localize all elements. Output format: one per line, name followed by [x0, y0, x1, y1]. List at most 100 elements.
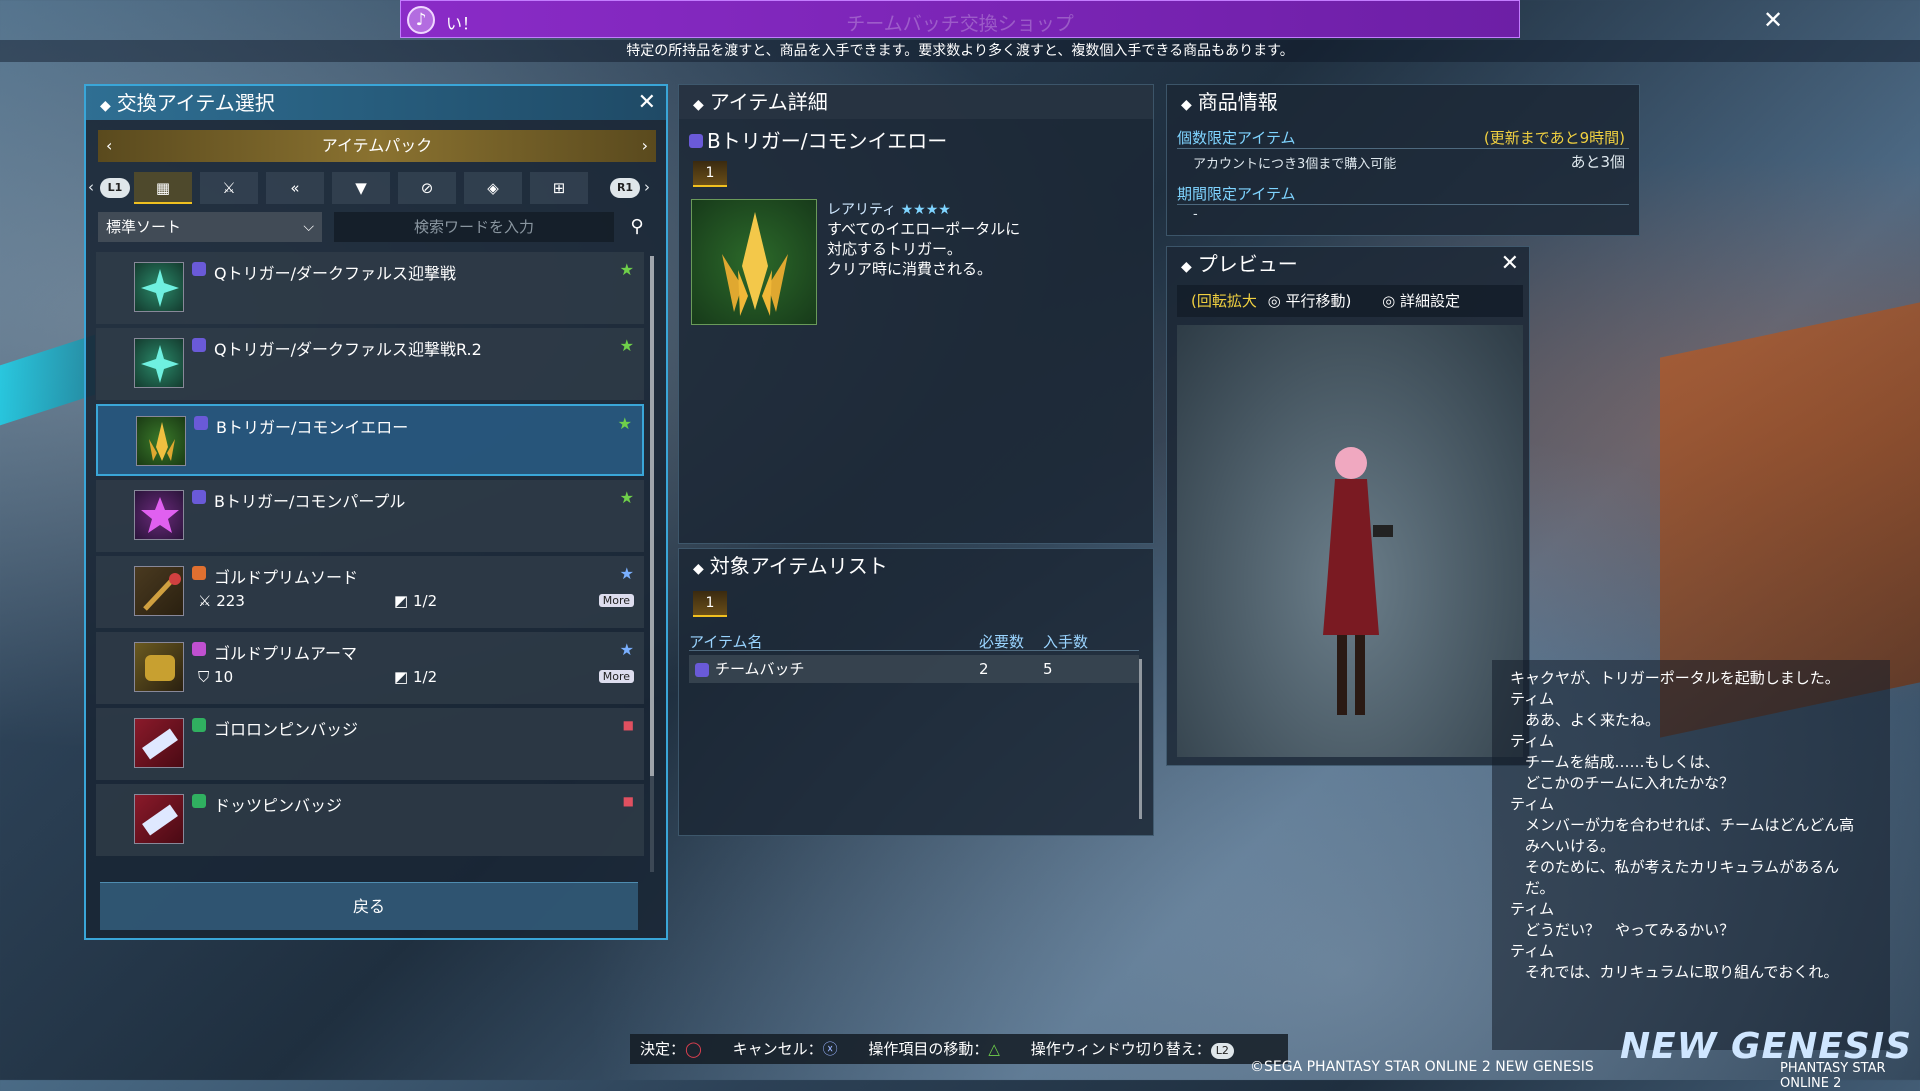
lock-icon: ■: [622, 718, 634, 732]
badge-icon: [142, 728, 178, 760]
diamond-icon: ◆: [693, 97, 704, 113]
back-button[interactable]: 戻る: [100, 882, 638, 930]
close-icon[interactable]: ✕: [1501, 251, 1519, 276]
diamond-icon: ◆: [1181, 97, 1192, 113]
star-icon: ★: [619, 488, 634, 507]
button-icon: ◎: [1382, 292, 1396, 310]
item-name: ゴルドプリムソード: [214, 568, 359, 587]
attack-stat: ⚔ 223: [198, 592, 245, 610]
game-logo-sub: PHANTASY STAR ONLINE 2: [1780, 1061, 1886, 1091]
item-thumbnail: [134, 262, 184, 312]
detail-settings-button[interactable]: 詳細設定: [1400, 292, 1460, 310]
tab-accessory[interactable]: ⊘: [398, 172, 456, 204]
item-name: ドッツピンバッジ: [214, 796, 343, 815]
item-thumbnail: [134, 718, 184, 768]
slot-value: 1/2: [412, 592, 438, 610]
tab-unit[interactable]: «: [266, 172, 324, 204]
sort-label: 標準ソート: [106, 218, 182, 236]
scrollbar[interactable]: [650, 256, 654, 872]
character-figure: [1323, 447, 1393, 715]
npc-banner: ♪ い！ チームバッチ交換ショップ: [400, 0, 1520, 38]
more-button[interactable]: More: [598, 594, 634, 607]
trigger-type-icon: [192, 338, 206, 352]
character-preview[interactable]: [1177, 325, 1523, 757]
chat-log: キャクヤが、トリガーポータルを起動しました。 ティム ああ、よく来たね。 ティム…: [1492, 660, 1890, 1050]
more-button[interactable]: More: [598, 670, 634, 683]
search-icon[interactable]: ⚲: [622, 212, 652, 242]
table-row[interactable]: チームバッチ 2 5: [689, 655, 1139, 683]
rarity: レアリティ ★★★★: [827, 199, 951, 219]
remaining-count: あと3個: [1570, 153, 1625, 171]
panel-header: ◆ プレビュー: [1167, 247, 1529, 281]
diamond-icon: ◆: [693, 561, 704, 577]
item-bag-selector[interactable]: ‹ アイテムパック ›: [98, 130, 656, 162]
star-icon: ★: [619, 260, 634, 279]
chevron-left-icon[interactable]: ‹: [106, 130, 112, 162]
list-item[interactable]: Qトリガー/ダークファルス迎撃戦 ★: [96, 252, 644, 324]
limited-quantity-row: 個数限定アイテム (更新まであと9時間): [1177, 127, 1629, 149]
tab-consumable[interactable]: ◈: [464, 172, 522, 204]
tab-weapon[interactable]: ⚔: [200, 172, 258, 204]
chevron-right-icon[interactable]: ›: [644, 178, 650, 196]
copyright: ©SEGA PHANTASY STAR ONLINE 2 NEW GENESIS: [1250, 1059, 1594, 1075]
item-thumbnail: [134, 794, 184, 844]
limited-label: 個数限定アイテム: [1177, 129, 1296, 147]
r1-button[interactable]: R1: [610, 178, 640, 198]
control-hints: 決定：◯ キャンセル：ⓧ 操作項目の移動：△ 操作ウィンドウ切り替え： L2: [630, 1034, 1288, 1064]
cancel-hint: キャンセル：: [732, 1040, 823, 1058]
list-item[interactable]: ドッツピンバッジ ■: [96, 784, 644, 856]
trigger-icon: [149, 422, 175, 461]
item-name: ゴルドプリムアーマ: [214, 644, 358, 663]
item-image: [691, 199, 817, 325]
scrollbar[interactable]: [1139, 659, 1142, 819]
list-item-selected[interactable]: Bトリガー/コモンイエロー ★: [96, 404, 644, 476]
item-description: すべてのイエローポータルに 対応するトリガー。 クリア時に消費される。: [827, 220, 1021, 278]
preview-controls: (回転拡大 ◎ 平行移動) ◎ 詳細設定: [1177, 285, 1523, 317]
sword-icon: ⚔: [222, 179, 236, 197]
star-icon: ★: [617, 414, 632, 433]
list-item[interactable]: ゴルドプリムアーマ ★ ⛉ 10 ◩ 1/2 More: [96, 632, 644, 704]
tag-icon: ⊘: [420, 179, 434, 197]
weapon-type-icon: [192, 566, 206, 580]
panel-header: ◆ 商品情報: [1167, 85, 1639, 119]
item-name: Qトリガー/ダークファルス迎撃戦R.2: [214, 340, 482, 359]
chevron-right-icon[interactable]: ›: [642, 130, 648, 162]
tab-other[interactable]: ⊞: [530, 172, 588, 204]
star-icon: ★: [619, 564, 634, 583]
sort-dropdown[interactable]: 標準ソート ⌵: [98, 212, 322, 242]
panel-title: アイテム詳細: [709, 90, 828, 114]
table-header: アイテム名 必要数 入手数: [689, 631, 1139, 651]
search-input[interactable]: 検索ワードを入力: [334, 212, 614, 242]
item-name: Bトリガー/コモンパープル: [214, 492, 406, 511]
list-item[interactable]: ゴルドプリムソード ★ ⚔ 223 ◩ 1/2 More: [96, 556, 644, 628]
tab-costume[interactable]: ▼: [332, 172, 390, 204]
item-thumbnail: [134, 338, 184, 388]
star-icon: ★: [619, 336, 634, 355]
close-icon[interactable]: ✕: [1763, 6, 1783, 34]
shield-icon: ⛉: [198, 668, 210, 686]
bag-label: アイテムパック: [321, 136, 433, 155]
box-icon: ⊞: [552, 179, 566, 197]
cross-button-icon: ⓧ: [822, 1040, 838, 1058]
attack-value: 223: [216, 592, 245, 610]
category-tabs: ‹ L1 ▦ ⚔ « ▼ ⊘ ◈ ⊞ R1 ›: [86, 172, 666, 206]
col-item-name: アイテム名: [689, 633, 763, 651]
l1-button[interactable]: L1: [100, 178, 130, 198]
diamond-icon: ◆: [100, 98, 111, 114]
close-icon[interactable]: ✕: [638, 90, 656, 115]
list-item[interactable]: Bトリガー/コモンパープル ★: [96, 480, 644, 552]
panel-title: 対象アイテムリスト: [709, 554, 888, 578]
list-item[interactable]: Qトリガー/ダークファルス迎撃戦R.2 ★: [96, 328, 644, 400]
list-item[interactable]: ゴロロンピンバッジ ■: [96, 708, 644, 780]
target-item-list-panel: ◆ 対象アイテムリスト 1 アイテム名 必要数 入手数 チームバッチ 2 5: [678, 548, 1154, 836]
col-obtain: 入手数: [1043, 633, 1089, 651]
rotate-zoom-label: (回転拡大: [1191, 292, 1257, 310]
chevron-left-icon[interactable]: ‹: [88, 178, 94, 196]
scrollbar-thumb[interactable]: [650, 256, 654, 776]
tab-all[interactable]: ▦: [134, 172, 192, 204]
period-value: -: [1193, 207, 1198, 222]
exchange-item-select-panel: ◆ 交換アイテム選択 ✕ ‹ アイテムパック › ‹ L1 ▦ ⚔ « ▼ ⊘ ◈…: [84, 84, 668, 940]
diamond-icon: ◈: [487, 179, 499, 197]
period-limited-row: 期間限定アイテム: [1177, 183, 1629, 205]
l2-button-icon: L2: [1210, 1043, 1234, 1059]
